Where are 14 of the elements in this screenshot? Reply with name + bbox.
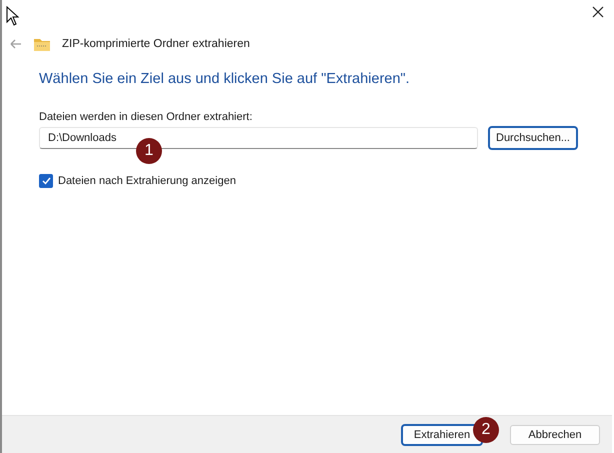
check-icon bbox=[42, 177, 50, 185]
browse-button[interactable]: Durchsuchen... bbox=[489, 127, 577, 149]
back-arrow-icon[interactable] bbox=[10, 39, 22, 49]
close-icon[interactable] bbox=[592, 6, 604, 18]
checkbox[interactable] bbox=[39, 174, 53, 188]
instruction-heading: Wählen Sie ein Ziel aus und klicken Sie auf "Extrahieren". bbox=[39, 71, 411, 87]
zip-folder-icon bbox=[34, 37, 50, 51]
extract-button[interactable]: Extrahieren bbox=[402, 424, 482, 444]
mouse-pointer-icon bbox=[6, 6, 20, 26]
cancel-button[interactable]: Abbrechen bbox=[510, 424, 600, 444]
checkbox-label: Dateien nach Extrahierung anzeigen bbox=[58, 175, 236, 187]
step-marker: 1 bbox=[136, 138, 162, 164]
window-title: ZIP-komprimierte Ordner extrahieren bbox=[62, 38, 250, 50]
folder-label: Dateien werden in diesen Ordner extrahiert: bbox=[39, 111, 254, 123]
